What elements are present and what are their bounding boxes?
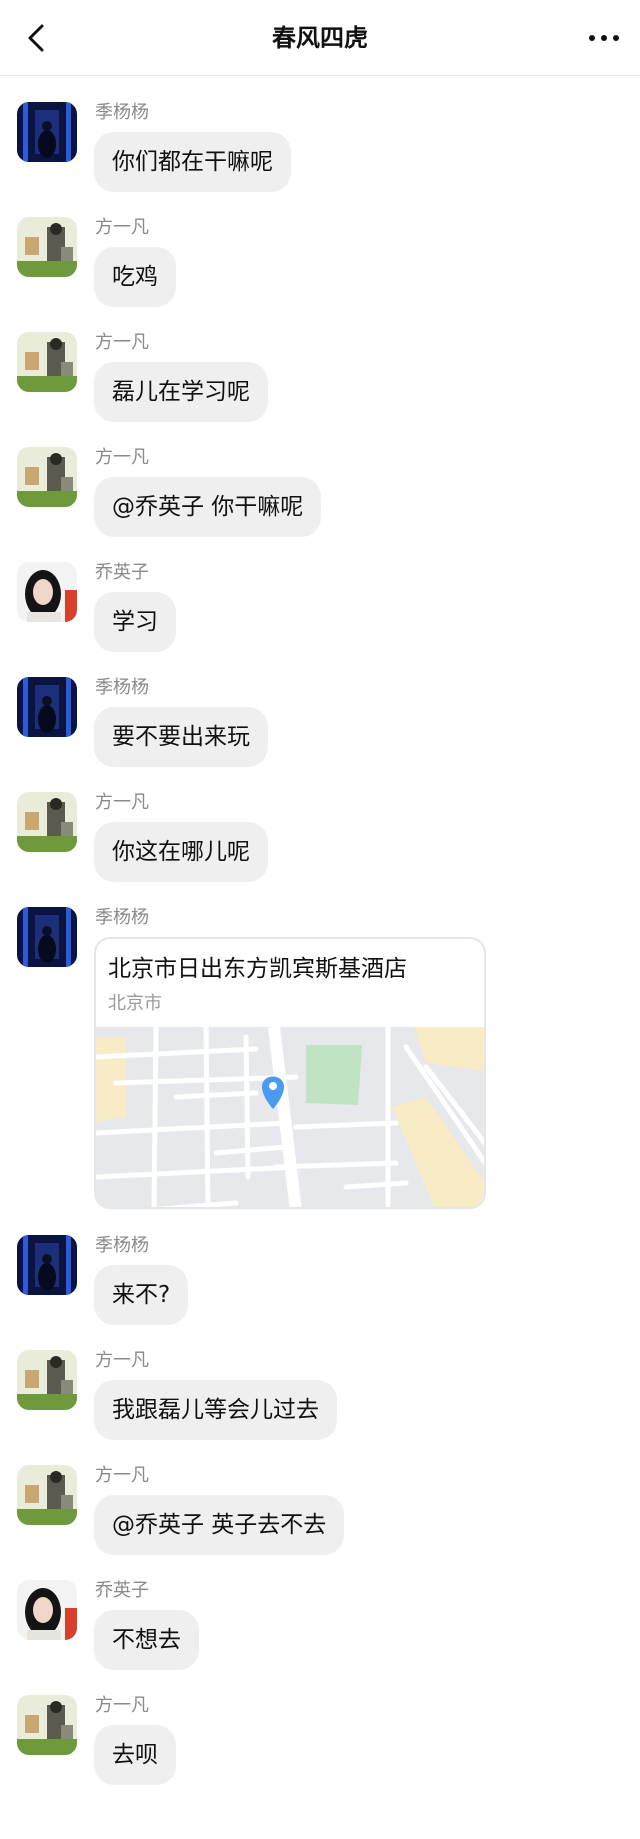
chat-header: 春风四虎 [0,0,640,76]
message-bubble[interactable]: 去呗 [94,1725,176,1785]
sender-name: 季杨杨 [95,1235,149,1256]
sender-name: 季杨杨 [95,102,149,123]
avatar-fangyifan[interactable] [17,792,77,852]
avatar-qiaoyingzi[interactable] [17,1580,77,1640]
message-bubble[interactable]: 磊儿在学习呢 [94,362,268,422]
sender-name: 方一凡 [95,1350,149,1371]
message-bubble[interactable]: 你们都在干嘛呢 [94,132,291,192]
location-subtitle: 北京市 [108,993,162,1014]
avatar-fangyifan[interactable] [17,217,77,277]
sender-name: 方一凡 [95,1465,149,1486]
avatar-qiaoyingzi[interactable] [17,562,77,622]
avatar-jiyangyang[interactable] [17,1235,77,1295]
avatar-fangyifan[interactable] [17,332,77,392]
chat-title: 春风四虎 [272,24,368,52]
sender-name: 乔英子 [95,1580,149,1601]
sender-name: 方一凡 [95,792,149,813]
message-bubble[interactable]: @乔英子 你干嘛呢 [94,477,322,537]
sender-name: 方一凡 [95,1695,149,1716]
message-bubble[interactable]: 不想去 [94,1610,199,1670]
message-bubble[interactable]: 我跟磊儿等会儿过去 [94,1380,337,1440]
message-bubble[interactable]: 来不? [94,1265,189,1325]
sender-name: 方一凡 [95,447,149,468]
message-bubble[interactable]: 学习 [94,592,176,652]
avatar-fangyifan[interactable] [17,1695,77,1755]
location-title: 北京市日出东方凯宾斯基酒店 [108,956,407,982]
sender-name: 季杨杨 [95,907,149,928]
avatar-fangyifan[interactable] [17,1465,77,1525]
map-thumbnail [96,1027,484,1207]
avatar-fangyifan[interactable] [17,447,77,507]
more-button[interactable] [584,24,624,52]
avatar-jiyangyang[interactable] [17,102,77,162]
more-horizontal-icon [589,35,619,41]
location-card[interactable]: 北京市日出东方凯宾斯基酒店 北京市 [94,937,486,1209]
sender-name: 乔英子 [95,562,149,583]
sender-name: 方一凡 [95,217,149,238]
sender-name: 方一凡 [95,332,149,353]
avatar-jiyangyang[interactable] [17,907,77,967]
message-bubble[interactable]: 要不要出来玩 [94,707,268,767]
sender-name: 季杨杨 [95,677,149,698]
message-bubble[interactable]: 吃鸡 [94,247,176,307]
avatar-fangyifan[interactable] [17,1350,77,1410]
message-bubble[interactable]: @乔英子 英子去不去 [94,1495,345,1555]
avatar-jiyangyang[interactable] [17,677,77,737]
message-bubble[interactable]: 你这在哪儿呢 [94,822,268,882]
message-list[interactable]: 季杨杨 你们都在干嘛呢 方一凡 吃鸡 方一凡 磊儿在学习呢 方一凡 @乔英子 你… [0,76,640,1839]
